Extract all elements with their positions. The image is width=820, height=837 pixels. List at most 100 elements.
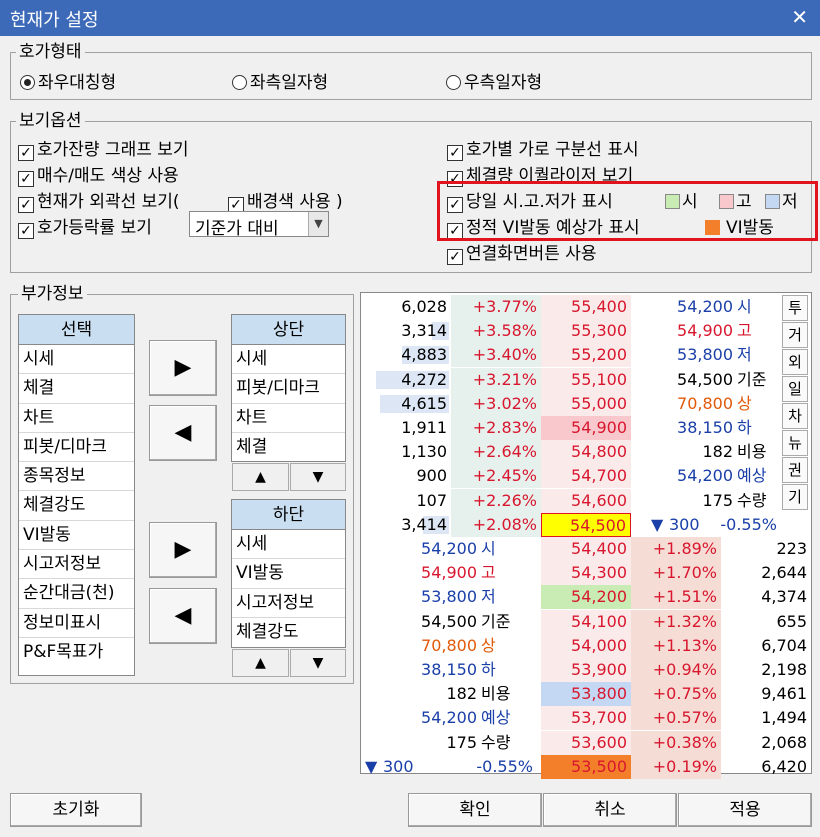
info-value: 182 bbox=[702, 442, 733, 462]
info-value: 54,200 bbox=[421, 539, 477, 558]
info-value: 54,900 bbox=[677, 321, 733, 341]
linked-screen-button[interactable]: 기 bbox=[782, 484, 808, 510]
apply-button[interactable]: 적용 bbox=[678, 793, 812, 827]
ask-price: 55,300 bbox=[541, 319, 631, 344]
radio-left-line-label: 좌측일자형 bbox=[250, 73, 329, 93]
ask-rate: +2.26% bbox=[451, 488, 541, 513]
list-item[interactable]: 시고저정보 bbox=[232, 589, 345, 618]
remove-from-top-button[interactable]: ◀ bbox=[149, 405, 217, 461]
option-linked-screen[interactable]: ✓ 연결화면버튼 사용 bbox=[447, 239, 597, 265]
info-value: 70,800 bbox=[677, 393, 733, 413]
ask-price: 54,800 bbox=[541, 440, 631, 465]
ask-qty: 4,272 bbox=[401, 369, 447, 389]
bottom-move-down-button[interactable]: ▼ bbox=[290, 649, 346, 677]
list-item[interactable]: 시세 bbox=[232, 530, 345, 560]
option-row-divider[interactable]: ✓ 호가별 가로 구분선 표시 bbox=[447, 135, 639, 161]
linked-screen-button[interactable]: 일 bbox=[782, 376, 808, 402]
list-item[interactable]: 시세 bbox=[232, 345, 345, 375]
add-to-bottom-button[interactable]: ▶ bbox=[149, 522, 217, 578]
ask-rate: +3.40% bbox=[451, 343, 541, 368]
list-item[interactable]: P&F목표가 bbox=[19, 638, 134, 667]
list-item[interactable]: 체결 bbox=[232, 433, 345, 462]
info-label: 상 bbox=[481, 635, 496, 655]
list-item[interactable]: 종목정보 bbox=[19, 462, 134, 492]
remove-from-bottom-button[interactable]: ◀ bbox=[149, 588, 217, 644]
option-quote-rate[interactable]: ✓ 호가등락률 보기 bbox=[18, 213, 152, 239]
bid-rate: +1.89% bbox=[631, 537, 721, 561]
bid-rate: +1.13% bbox=[631, 633, 721, 658]
orderbook-preview: 6,028 +3.77% 55,400 3,314 +3.58% 55,300 4,883 +… bbox=[360, 292, 812, 779]
option-quote-graph[interactable]: ✓ 호가잔량 그래프 보기 bbox=[18, 135, 189, 161]
ask-price: 55,200 bbox=[541, 343, 631, 368]
ask-rate: +2.45% bbox=[451, 464, 541, 489]
arrow-up-icon: ▲ bbox=[255, 655, 266, 671]
list-item[interactable]: 체결 bbox=[19, 374, 134, 404]
reset-button[interactable]: 초기화 bbox=[10, 793, 142, 827]
ask-qty: 1,911 bbox=[401, 418, 447, 437]
option-label: 호가등락률 보기 bbox=[37, 218, 152, 238]
info-value: 54,500 bbox=[421, 611, 477, 631]
list-item[interactable]: 차트 bbox=[19, 404, 134, 433]
ask-price: 55,100 bbox=[541, 367, 631, 392]
bid-qty: 2,644 bbox=[761, 563, 807, 583]
top-list[interactable]: 상단 시세 피봇/디마크 차트 체결 bbox=[231, 314, 346, 462]
list-item[interactable]: VI발동 bbox=[19, 521, 134, 551]
linked-screen-button[interactable]: 차 bbox=[782, 403, 808, 429]
option-buy-sell-color[interactable]: ✓ 매수/매도 색상 사용 bbox=[18, 161, 179, 187]
list-item[interactable]: 피봇/디마크 bbox=[19, 433, 134, 463]
bottom-move-up-button[interactable]: ▲ bbox=[232, 649, 289, 677]
ask-rate: +3.02% bbox=[451, 391, 541, 416]
list-item[interactable]: VI발동 bbox=[232, 559, 345, 589]
ask-price: 55,400 bbox=[541, 295, 631, 319]
ask-rate: +2.08% bbox=[451, 512, 541, 537]
bid-price: 54,100 bbox=[541, 609, 631, 634]
checkbox-checked-icon: ✓ bbox=[18, 223, 34, 239]
top-move-up-button[interactable]: ▲ bbox=[232, 463, 289, 491]
radio-right-line-label: 우측일자형 bbox=[464, 73, 543, 93]
radio-symmetric[interactable]: 좌우대칭형 bbox=[20, 68, 116, 93]
list-item[interactable]: 피봇/디마크 bbox=[232, 374, 345, 404]
list-item[interactable]: 시고저정보 bbox=[19, 550, 134, 580]
bid-price: 54,300 bbox=[541, 561, 631, 586]
chevron-down-icon[interactable]: ▼ bbox=[308, 212, 328, 236]
arrow-right-icon: ▶ bbox=[174, 537, 192, 562]
extra-info-label: 부가정보 bbox=[18, 284, 87, 304]
info-label: 고 bbox=[737, 321, 752, 341]
close-icon[interactable]: ✕ bbox=[791, 5, 808, 29]
ask-rate: +2.83% bbox=[451, 416, 541, 440]
radio-left-line[interactable]: 좌측일자형 bbox=[232, 68, 328, 93]
select-list[interactable]: 선택 시세 체결 차트 피봇/디마크 종목정보 체결강도 VI발동 시고저정보 … bbox=[18, 314, 135, 676]
bid-rate: +0.19% bbox=[631, 754, 721, 779]
info-value: 54,500 bbox=[677, 369, 733, 389]
bid-qty: 6,704 bbox=[761, 635, 807, 655]
list-item[interactable]: 차트 bbox=[232, 404, 345, 433]
option-price-outline[interactable]: ✓ 현재가 외곽선 보기( bbox=[18, 187, 180, 213]
cancel-button[interactable]: 취소 bbox=[543, 793, 677, 827]
info-value: 38,150 bbox=[421, 660, 477, 679]
linked-screen-button[interactable]: 뉴 bbox=[782, 430, 808, 456]
list-item[interactable]: 정보미표시 bbox=[19, 609, 134, 638]
list-item[interactable]: 체결강도 bbox=[232, 618, 345, 647]
radio-on-icon bbox=[20, 75, 35, 90]
radio-right-line[interactable]: 우측일자형 bbox=[446, 68, 542, 93]
linked-screen-button[interactable]: 외 bbox=[782, 349, 808, 375]
bid-price: 53,900 bbox=[541, 658, 631, 682]
info-label: 예상 bbox=[481, 708, 511, 728]
linked-screen-button[interactable]: 투 bbox=[782, 295, 808, 321]
bid-qty: 223 bbox=[776, 539, 807, 558]
bottom-list[interactable]: 하단 시세 VI발동 시고저정보 체결강도 bbox=[231, 499, 346, 648]
rate-base-select[interactable]: 기준가 대비 ▼ bbox=[189, 211, 329, 239]
linked-screen-button[interactable]: 거 bbox=[782, 322, 808, 348]
info-value: 53,800 bbox=[421, 587, 477, 607]
option-label: 현재가 외곽선 보기( bbox=[37, 192, 180, 212]
list-item[interactable]: 순간대금(천) bbox=[19, 579, 134, 609]
list-item[interactable]: 체결강도 bbox=[19, 491, 134, 521]
option-bg-color[interactable]: ✓ 배경색 사용 ) bbox=[228, 187, 343, 213]
add-to-top-button[interactable]: ▶ bbox=[149, 340, 217, 396]
linked-screen-button[interactable]: 권 bbox=[782, 457, 808, 483]
ok-button[interactable]: 확인 bbox=[408, 793, 542, 827]
bottom-list-header: 하단 bbox=[232, 500, 345, 530]
top-move-down-button[interactable]: ▼ bbox=[290, 463, 346, 491]
option-label: 호가잔량 그래프 보기 bbox=[37, 140, 189, 160]
list-item[interactable]: 시세 bbox=[19, 345, 134, 375]
